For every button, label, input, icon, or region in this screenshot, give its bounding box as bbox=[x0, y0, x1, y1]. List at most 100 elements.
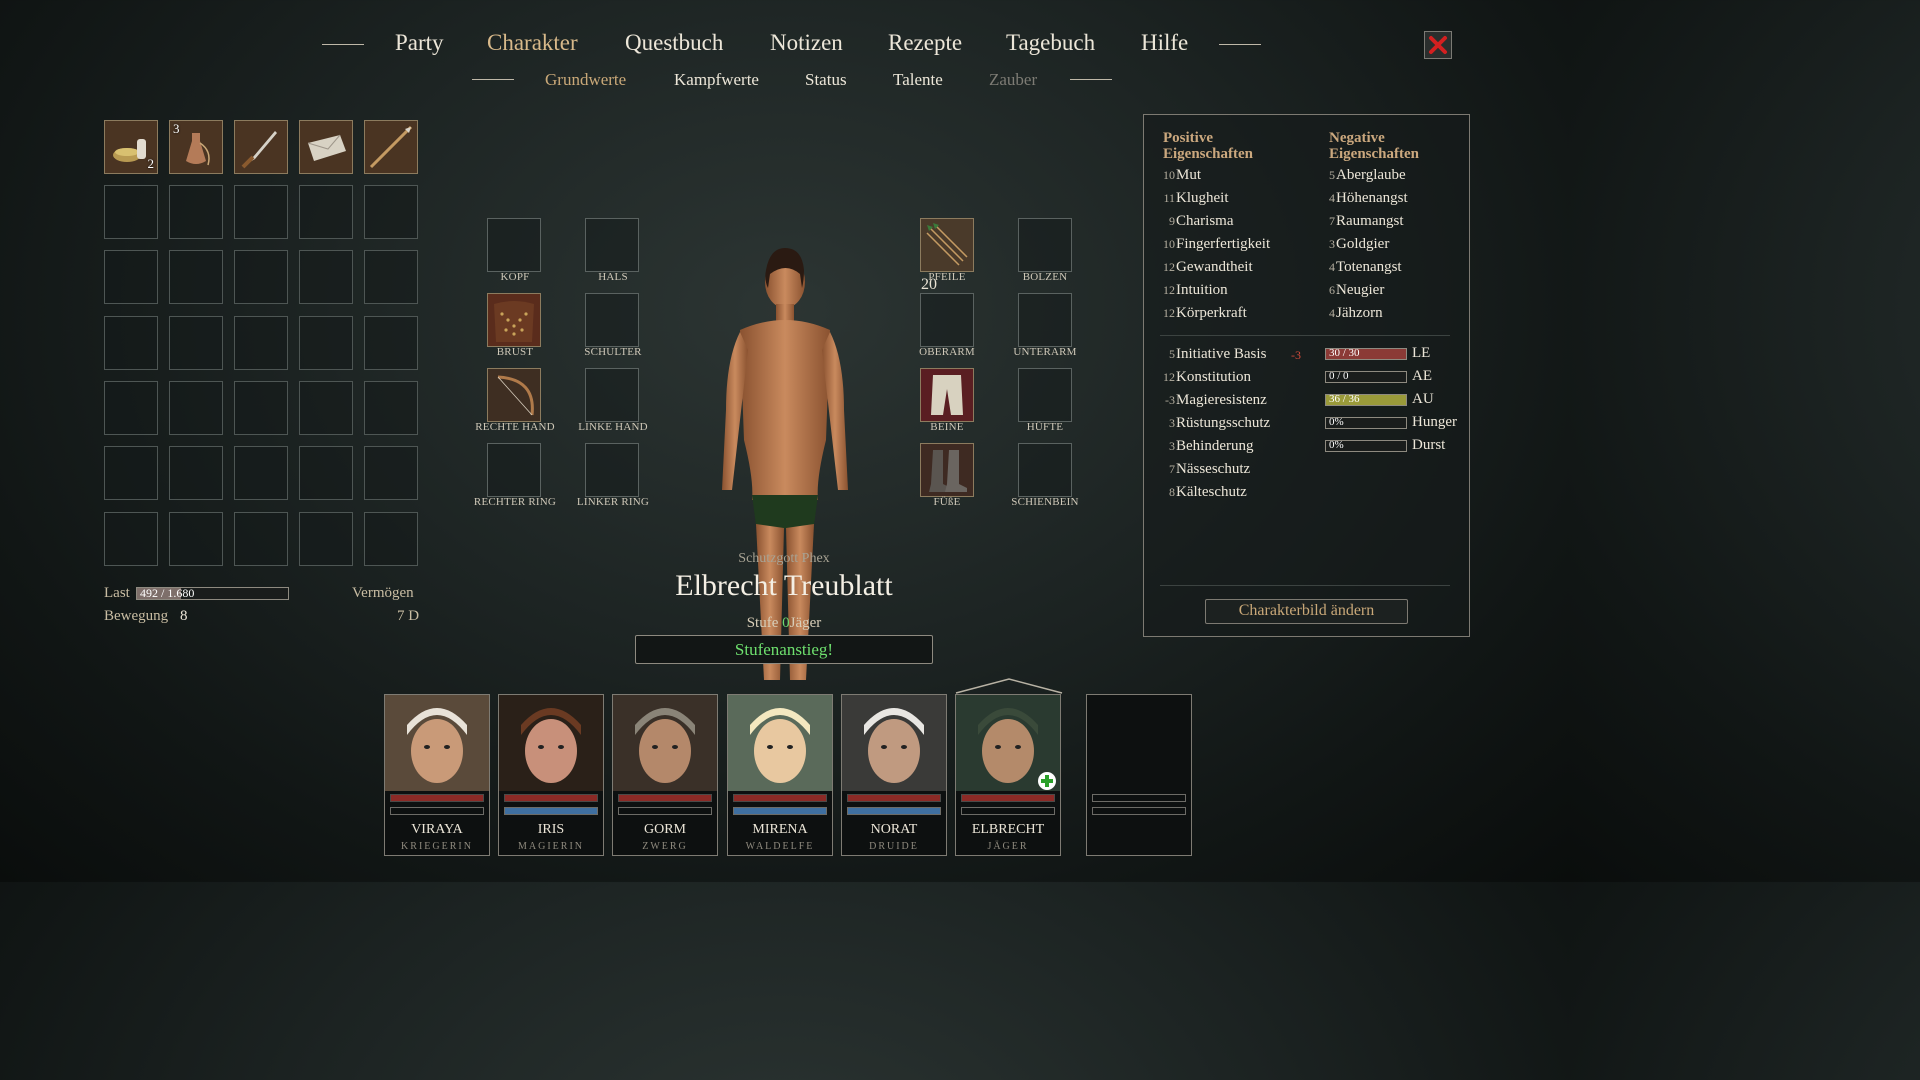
inventory-slot[interactable] bbox=[104, 446, 158, 500]
inventory-slot[interactable] bbox=[364, 381, 418, 435]
inventory-slot[interactable] bbox=[234, 316, 288, 370]
party-member-norat[interactable]: NORAT DRUIDE bbox=[841, 694, 947, 856]
equip-slot-linker-ring[interactable] bbox=[585, 443, 639, 497]
member-name: IRIS bbox=[537, 822, 565, 837]
inventory-slot[interactable] bbox=[104, 316, 158, 370]
inventory-slot[interactable] bbox=[299, 316, 353, 370]
equip-slot-beine[interactable] bbox=[920, 368, 974, 422]
inventory-slot[interactable] bbox=[169, 512, 223, 566]
inventory-slot[interactable] bbox=[234, 185, 288, 239]
inventory-slot[interactable] bbox=[299, 120, 353, 174]
stat-value: 4 bbox=[1329, 306, 1335, 320]
resource-bar: 30 / 30 bbox=[1325, 347, 1407, 360]
positive-trait-row: 12Körperkraft bbox=[1159, 305, 1247, 322]
equip-slot-unterarm[interactable] bbox=[1018, 293, 1072, 347]
equip-label: RECHTER RING bbox=[473, 496, 557, 508]
inventory-slot[interactable] bbox=[299, 185, 353, 239]
resource-bar-label: Durst bbox=[1412, 437, 1446, 453]
stat-value: 5 bbox=[1169, 347, 1175, 361]
inventory-slot[interactable] bbox=[364, 185, 418, 239]
inventory-slot[interactable] bbox=[104, 185, 158, 239]
tab-rezepte[interactable]: Rezepte bbox=[888, 30, 962, 56]
equip-slot-pfeile[interactable]: 20 bbox=[920, 218, 974, 293]
equip-slot-rechter-ring[interactable] bbox=[487, 443, 541, 497]
inventory-slot[interactable] bbox=[234, 446, 288, 500]
equip-slot-fuesse[interactable] bbox=[920, 443, 974, 497]
equip-slot-schulter[interactable] bbox=[585, 293, 639, 347]
inventory-slot[interactable] bbox=[299, 512, 353, 566]
tab-party[interactable]: Party bbox=[395, 30, 444, 56]
equip-slot-schienbein[interactable] bbox=[1018, 443, 1072, 497]
equip-label: HALS bbox=[598, 271, 628, 283]
close-button[interactable] bbox=[1424, 31, 1452, 59]
inventory-slot[interactable] bbox=[169, 250, 223, 304]
party-member-mirena[interactable]: MIRENA WALDELFE bbox=[727, 694, 833, 856]
equip-label: SCHIENBEIN bbox=[1011, 496, 1079, 508]
equip-label: LINKER RING bbox=[576, 496, 650, 508]
inventory-slot[interactable] bbox=[104, 250, 158, 304]
subtab-kampfwerte[interactable]: Kampfwerte bbox=[674, 70, 759, 90]
bewegung-value: 8 bbox=[180, 608, 188, 624]
boots-icon bbox=[921, 444, 973, 496]
inventory-slot[interactable]: 2 bbox=[104, 120, 158, 174]
inventory-slot[interactable] bbox=[234, 120, 288, 174]
equip-slot-huefte[interactable] bbox=[1018, 368, 1072, 422]
equip-slot-oberarm[interactable] bbox=[920, 293, 974, 347]
stat-name: Raumangst bbox=[1336, 213, 1404, 229]
inventory-slot[interactable] bbox=[104, 512, 158, 566]
equip-slot-hals[interactable] bbox=[585, 218, 639, 272]
subtab-grundwerte[interactable]: Grundwerte bbox=[545, 70, 626, 90]
party-member-elbrecht[interactable]: ELBRECHT JÄGER bbox=[955, 694, 1061, 856]
resource-bar-label: Hunger bbox=[1412, 414, 1457, 430]
equip-label: BOLZEN bbox=[1022, 271, 1068, 283]
portrait bbox=[385, 695, 489, 791]
stat-name: Klugheit bbox=[1176, 190, 1229, 206]
inventory-slot[interactable] bbox=[169, 381, 223, 435]
tab-tagebuch[interactable]: Tagebuch bbox=[1006, 30, 1095, 56]
inventory-slot[interactable] bbox=[169, 185, 223, 239]
derived-stat-row: 3Rüstungsschutz bbox=[1159, 415, 1270, 432]
inventory-slot[interactable] bbox=[364, 316, 418, 370]
party-member-viraya[interactable]: VIRAYA KRIEGERIN bbox=[384, 694, 490, 856]
equip-slot-kopf[interactable] bbox=[487, 218, 541, 272]
member-name: MIRENA bbox=[752, 822, 808, 837]
inventory-slot[interactable] bbox=[299, 381, 353, 435]
subtab-talente[interactable]: Talente bbox=[893, 70, 943, 90]
tab-questbuch[interactable]: Questbuch bbox=[625, 30, 723, 56]
inventory-slot[interactable] bbox=[234, 381, 288, 435]
subtab-status[interactable]: Status bbox=[805, 70, 847, 90]
equip-slot-brust[interactable] bbox=[487, 293, 541, 347]
tab-charakter[interactable]: Charakter bbox=[487, 30, 578, 56]
close-icon bbox=[1429, 36, 1447, 54]
inventory-slot[interactable] bbox=[104, 381, 158, 435]
equip-slot-rechte-hand[interactable] bbox=[487, 368, 541, 422]
equip-label: RECHTE HAND bbox=[475, 421, 555, 433]
party-member-iris[interactable]: IRIS MAGIERIN bbox=[498, 694, 604, 856]
patron-deity: Schutzgott Phex bbox=[738, 551, 830, 566]
inventory-slot[interactable]: 3 bbox=[169, 120, 223, 174]
derived-stat-row: 3Behinderung bbox=[1159, 438, 1253, 455]
party-member-gorm[interactable]: GORM ZWERG bbox=[612, 694, 718, 856]
tab-notizen[interactable]: Notizen bbox=[770, 30, 843, 56]
inventory-slot[interactable] bbox=[234, 512, 288, 566]
inventory-slot[interactable] bbox=[364, 120, 418, 174]
inventory-slot[interactable] bbox=[169, 446, 223, 500]
inventory-slot[interactable] bbox=[364, 250, 418, 304]
derived-stat-row: 8Kälteschutz bbox=[1159, 484, 1247, 501]
equip-slot-linke-hand[interactable] bbox=[585, 368, 639, 422]
inventory-slot[interactable] bbox=[364, 512, 418, 566]
stat-name: Initiative Basis bbox=[1176, 346, 1267, 362]
inventory-slot[interactable] bbox=[234, 250, 288, 304]
inventory-slot[interactable] bbox=[299, 250, 353, 304]
equip-label: SCHULTER bbox=[584, 346, 642, 358]
tab-hilfe[interactable]: Hilfe bbox=[1141, 30, 1188, 56]
level-up-button[interactable]: Stufenanstieg! bbox=[635, 635, 933, 664]
inventory-slot[interactable] bbox=[364, 446, 418, 500]
stat-name: Behinderung bbox=[1176, 438, 1254, 454]
inventory-slot[interactable] bbox=[299, 446, 353, 500]
inventory-slot[interactable] bbox=[169, 316, 223, 370]
stat-value: 4 bbox=[1329, 191, 1335, 205]
equip-slot-bolzen[interactable] bbox=[1018, 218, 1072, 272]
health-bar bbox=[390, 794, 484, 802]
change-portrait-button[interactable]: Charakterbild ändern bbox=[1205, 599, 1408, 624]
